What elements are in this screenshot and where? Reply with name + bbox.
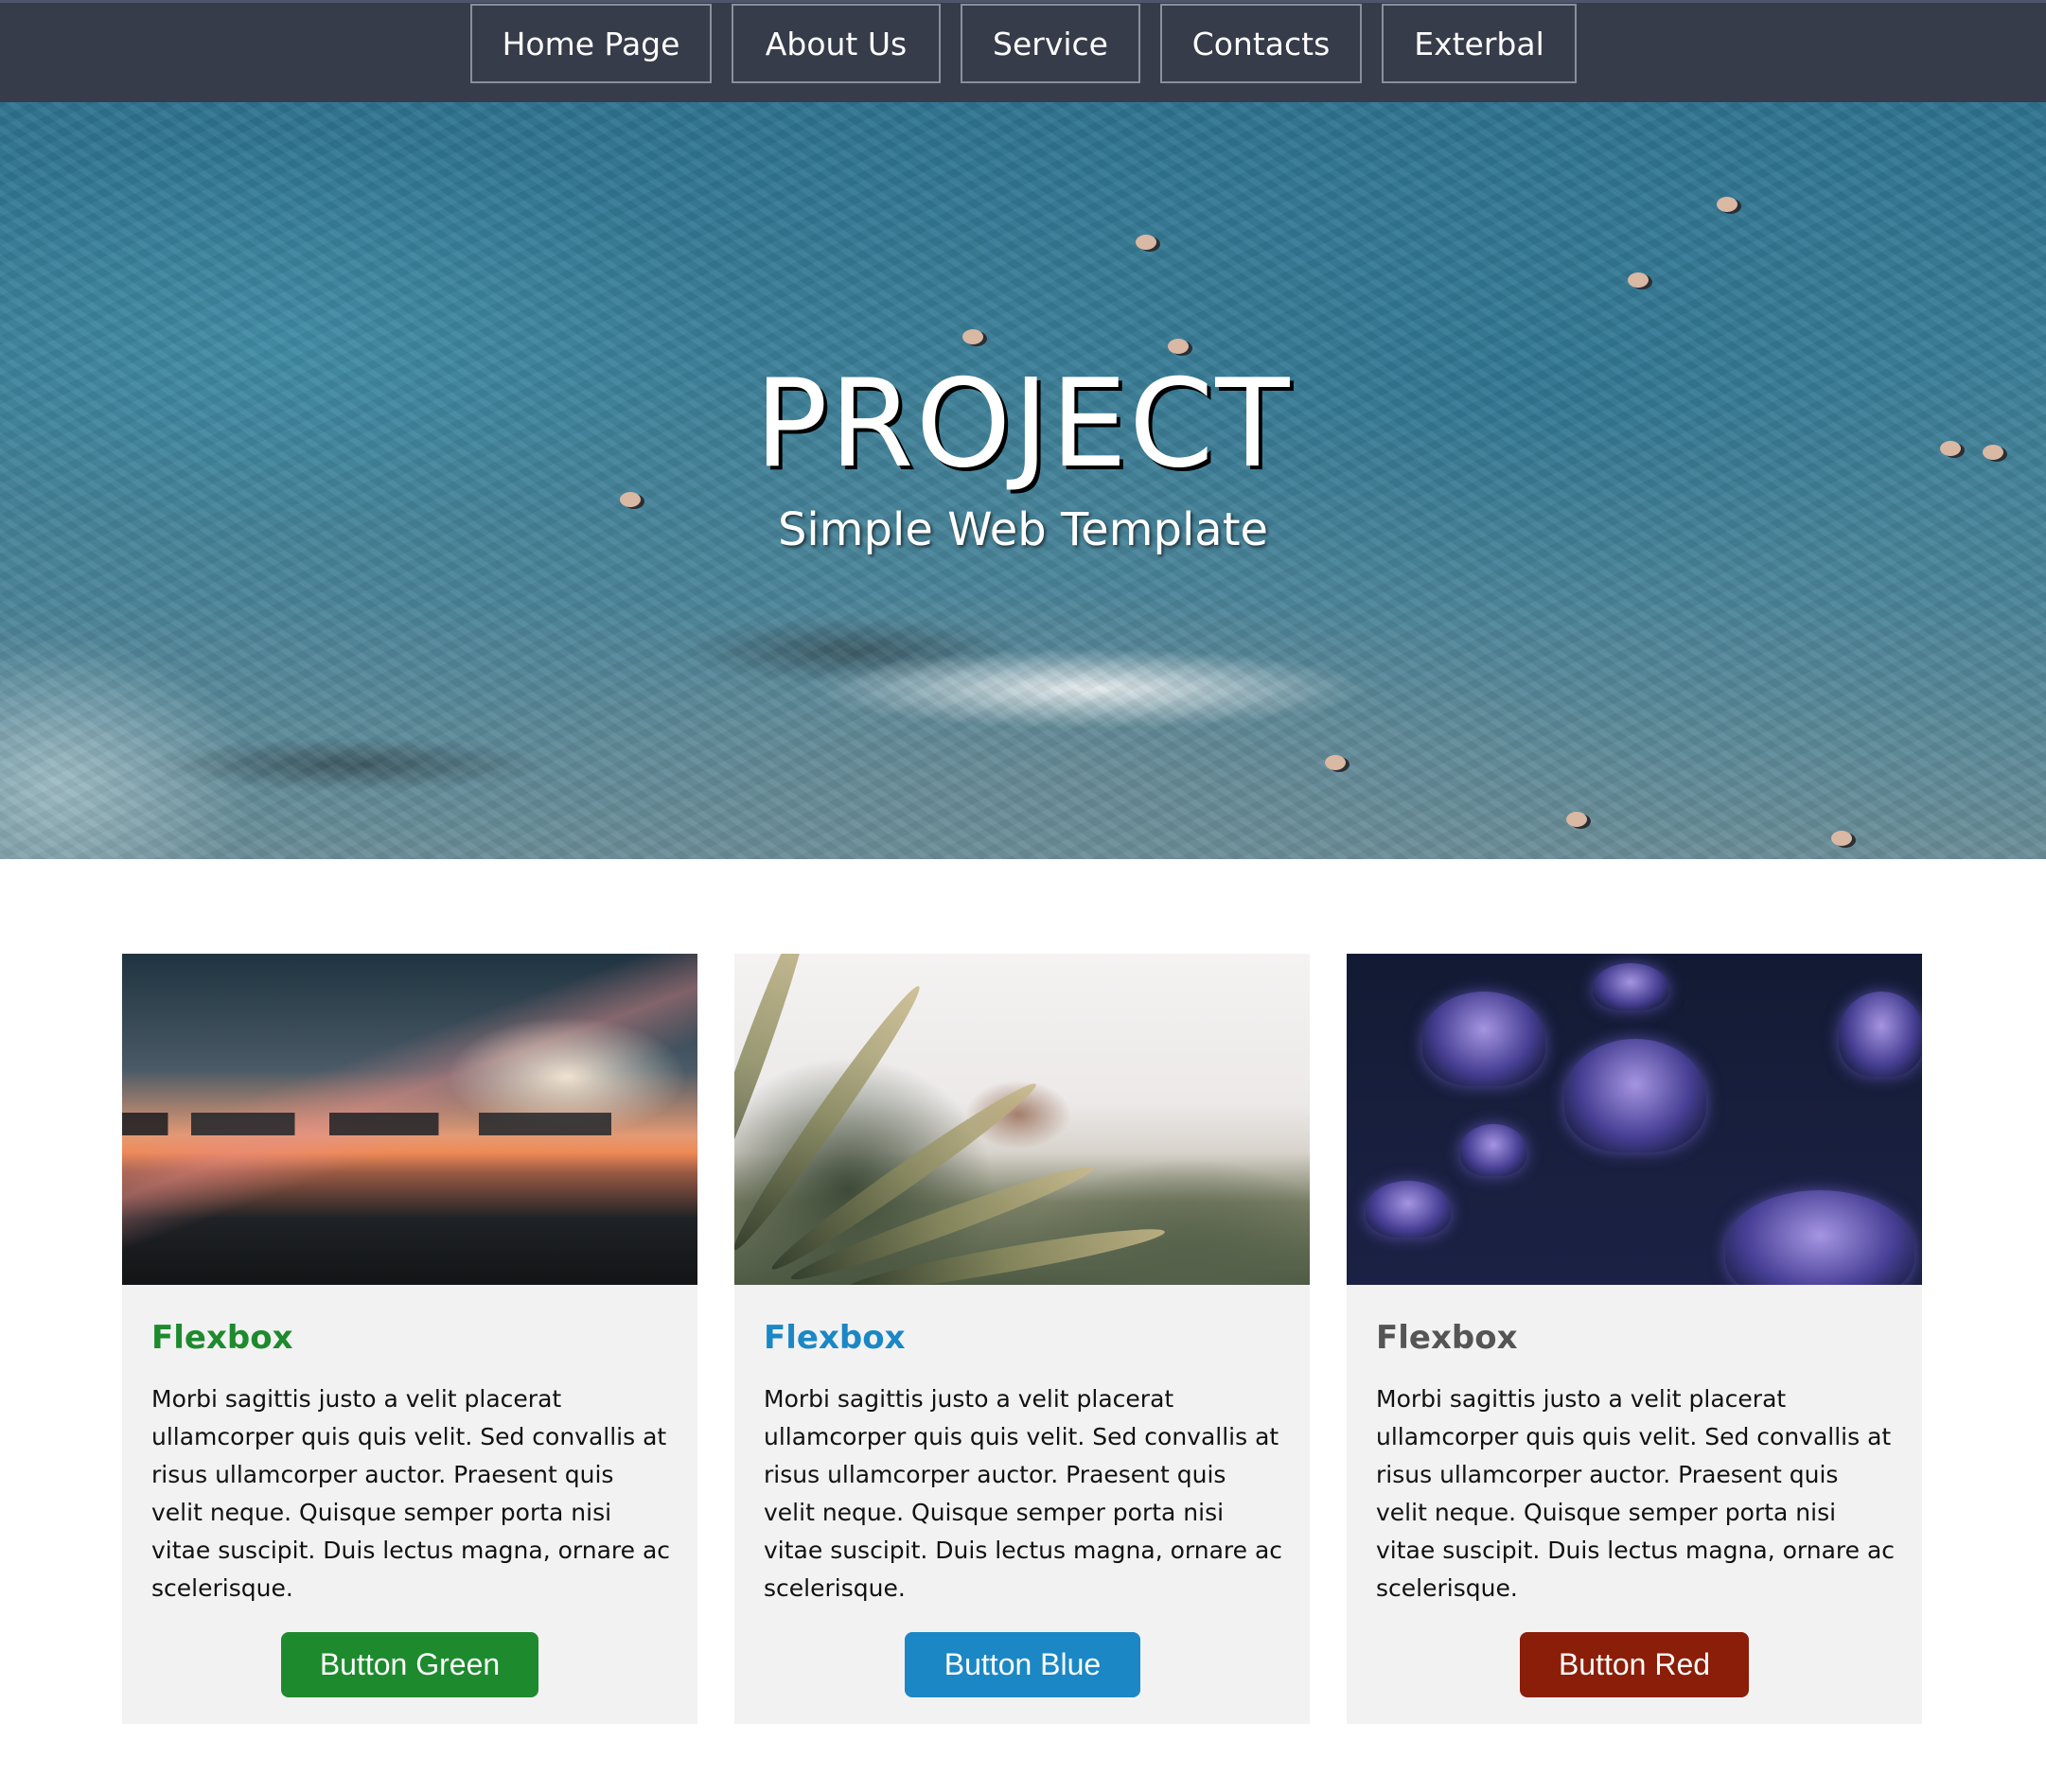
card-title: Flexbox	[1376, 1319, 1518, 1357]
hero-swimmer	[962, 329, 983, 344]
button-red[interactable]: Button Red	[1520, 1632, 1749, 1697]
hero-swimmer	[1136, 235, 1156, 250]
button-blue[interactable]: Button Blue	[905, 1632, 1140, 1697]
nav-item-about-us[interactable]: About Us	[732, 4, 941, 83]
nav-item-exterbal[interactable]: Exterbal	[1382, 4, 1577, 83]
hero-swimmer	[1717, 197, 1737, 212]
card-text: Morbi sagittis justo a velit placerat ul…	[1376, 1385, 1896, 1602]
nav-menu: Home Page About Us Service Contacts Exte…	[470, 4, 1577, 83]
hero-swimmer	[620, 492, 641, 507]
card-image-sunset	[122, 954, 697, 1285]
hero-swimmer	[1168, 339, 1189, 354]
hero-title: PROJECT	[754, 354, 1292, 495]
card-blue: Flexbox Morbi sagittis justo a velit pla…	[734, 954, 1310, 1724]
card-row: Flexbox Morbi sagittis justo a velit pla…	[122, 954, 1922, 1724]
nav-item-contacts[interactable]: Contacts	[1160, 4, 1362, 83]
card-title: Flexbox	[151, 1319, 293, 1357]
jellyfish	[1725, 1190, 1914, 1285]
hero-swimmer	[1566, 812, 1587, 827]
nav-item-home-page[interactable]: Home Page	[470, 4, 712, 83]
card-text: Morbi sagittis justo a velit placerat ul…	[764, 1385, 1283, 1602]
card-image-palms	[734, 954, 1310, 1285]
jellyfish	[1564, 1039, 1706, 1152]
card-title: Flexbox	[764, 1319, 906, 1357]
card-red: Flexbox Morbi sagittis justo a velit pla…	[1347, 954, 1922, 1724]
jellyfish	[1839, 992, 1922, 1077]
nav-item-service[interactable]: Service	[961, 4, 1140, 83]
jellyfish	[1422, 992, 1545, 1086]
hero-swimmer	[1325, 755, 1346, 770]
hero-swimmer	[1831, 831, 1852, 846]
card-image-jellyfish	[1347, 954, 1922, 1285]
button-green[interactable]: Button Green	[281, 1632, 538, 1697]
jellyfish	[1460, 1124, 1526, 1176]
jellyfish	[1366, 1181, 1451, 1238]
jellyfish	[1593, 963, 1668, 1010]
hero-subtitle: Simple Web Template	[777, 503, 1269, 556]
sunset-horizon	[122, 1113, 697, 1135]
hero-swimmer	[1628, 272, 1649, 288]
card-green: Flexbox Morbi sagittis justo a velit pla…	[122, 954, 697, 1724]
hero-banner: PROJECT Simple Web Template	[0, 102, 2046, 859]
card-text: Morbi sagittis justo a velit placerat ul…	[151, 1385, 671, 1602]
top-navbar: Home Page About Us Service Contacts Exte…	[0, 0, 2046, 102]
